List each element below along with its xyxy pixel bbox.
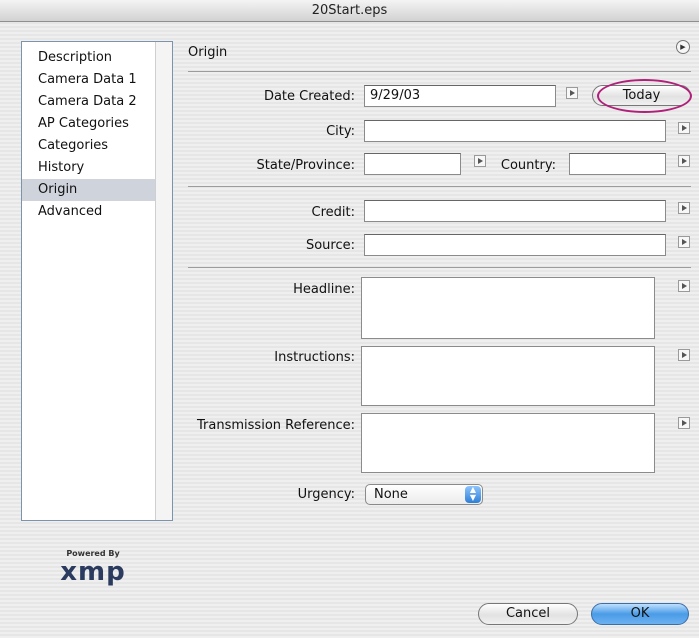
sidebar-item-ap-categories[interactable]: AP Categories [22, 113, 156, 135]
source-menu-icon[interactable] [678, 236, 690, 248]
credit-field[interactable] [364, 200, 666, 222]
source-field[interactable] [364, 234, 666, 256]
ok-button[interactable]: OK [591, 603, 689, 625]
date-created-label: Date Created: [263, 89, 355, 104]
urgency-label: Urgency: [297, 487, 355, 502]
highlight-circle [597, 79, 692, 113]
urgency-value: None [374, 487, 408, 502]
sidebar-item-camera-data-2[interactable]: Camera Data 2 [22, 91, 156, 113]
headline-label: Headline: [293, 282, 355, 297]
section-title: Origin [188, 45, 228, 60]
state-field[interactable] [364, 153, 461, 175]
date-created-field[interactable]: 9/29/03 [364, 85, 556, 107]
city-field[interactable] [364, 120, 666, 142]
headline-field[interactable] [361, 277, 655, 339]
transmission-field[interactable] [361, 413, 655, 473]
sidebar-item-origin[interactable]: Origin [22, 179, 156, 201]
date-menu-icon[interactable] [566, 87, 578, 99]
window-title: 20Start.eps [0, 0, 699, 22]
sidebar-item-history[interactable]: History [22, 157, 156, 179]
city-menu-icon[interactable] [678, 122, 690, 134]
sidebar-item-description[interactable]: Description [22, 47, 156, 69]
divider [188, 71, 691, 72]
xmp-logo-text: xmp [60, 557, 126, 587]
panel-menu-icon[interactable]: ▶ [676, 40, 690, 54]
credit-menu-icon[interactable] [678, 202, 690, 214]
transmission-menu-icon[interactable] [678, 417, 690, 429]
transmission-label: Transmission Reference: [197, 418, 355, 433]
city-label: City: [326, 124, 355, 139]
country-menu-icon[interactable] [678, 155, 690, 167]
cancel-button[interactable]: Cancel [478, 603, 578, 625]
instructions-field[interactable] [361, 346, 655, 406]
divider [188, 186, 691, 187]
sidebar-item-advanced[interactable]: Advanced [22, 201, 156, 223]
divider [188, 267, 691, 268]
instructions-menu-icon[interactable] [678, 349, 690, 361]
country-label: Country: [500, 158, 556, 173]
credit-label: Credit: [311, 205, 355, 220]
instructions-label: Instructions: [274, 350, 355, 365]
country-field[interactable] [569, 153, 666, 175]
headline-menu-icon[interactable] [678, 280, 690, 292]
sidebar-item-camera-data-1[interactable]: Camera Data 1 [22, 69, 156, 91]
updown-arrows-icon: ▲ ▼ [465, 486, 481, 503]
list-scrollbar[interactable] [155, 42, 172, 520]
state-menu-icon[interactable] [474, 155, 486, 167]
category-list[interactable]: Description Camera Data 1 Camera Data 2 … [21, 41, 173, 521]
urgency-select[interactable]: None ▲ ▼ [365, 484, 483, 505]
sidebar-item-categories[interactable]: Categories [22, 135, 156, 157]
source-label: Source: [305, 238, 355, 253]
state-label: State/Province: [256, 158, 355, 173]
xmp-logo: Powered By xmp [53, 549, 133, 589]
